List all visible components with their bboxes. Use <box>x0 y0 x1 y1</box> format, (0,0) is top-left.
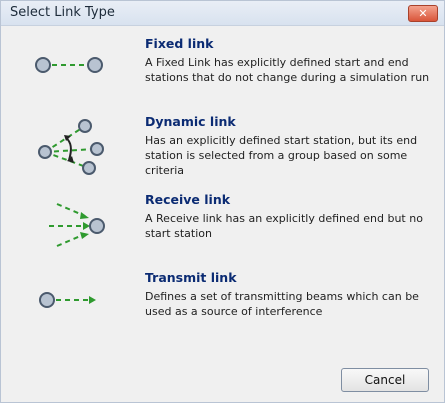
option-receive-link[interactable]: Receive link A Receive link has an expli… <box>1 192 444 268</box>
cancel-button[interactable]: Cancel <box>341 368 429 392</box>
option-title: Transmit link <box>145 270 237 285</box>
dynamic-link-icon <box>38 119 104 175</box>
close-button[interactable]: ✕ <box>408 5 438 22</box>
option-description: A Receive link has an explicitly defined… <box>145 212 423 240</box>
option-title: Fixed link <box>145 36 214 51</box>
fixed-link-icon <box>35 57 103 73</box>
dialog-title: Select Link Type <box>10 5 115 20</box>
dialog-content: Fixed link A Fixed Link has explicitly d… <box>1 26 444 403</box>
option-title: Dynamic link <box>145 114 236 129</box>
option-dynamic-link[interactable]: Dynamic link Has an explicitly defined s… <box>1 114 444 190</box>
title-bar: Select Link Type ✕ <box>1 1 444 26</box>
option-description: Has an explicitly defined start station,… <box>145 134 418 177</box>
option-fixed-link[interactable]: Fixed link A Fixed Link has explicitly d… <box>1 36 444 112</box>
option-title: Receive link <box>145 192 231 207</box>
transmit-link-icon <box>39 292 96 308</box>
option-description: A Fixed Link has explicitly defined star… <box>145 56 430 84</box>
select-link-type-dialog: Select Link Type ✕ Fixed link A Fixed Li… <box>0 0 445 403</box>
receive-link-icon <box>49 203 105 247</box>
option-description: Defines a set of transmitting beams whic… <box>145 290 419 318</box>
option-transmit-link[interactable]: Transmit link Defines a set of transmitt… <box>1 270 444 346</box>
